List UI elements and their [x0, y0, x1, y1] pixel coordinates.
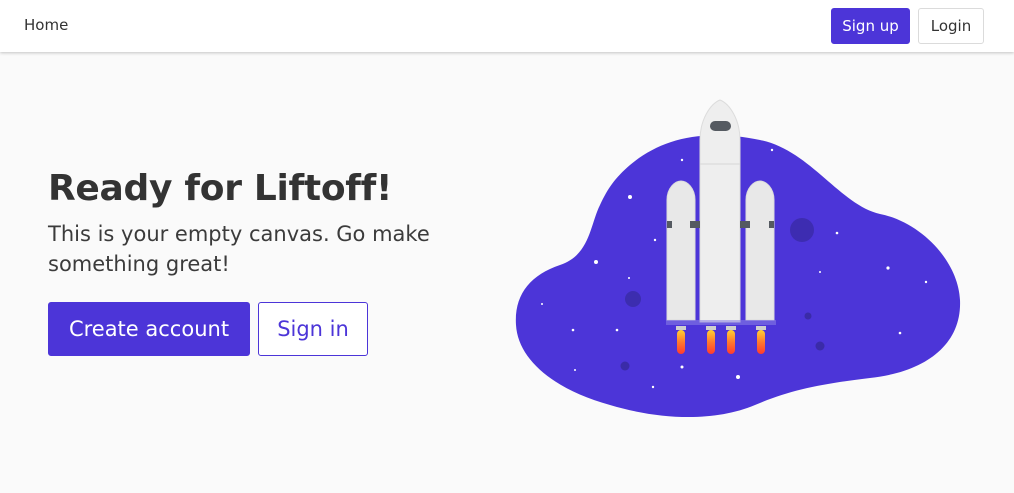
rocket-body [699, 99, 741, 323]
planet-circle [815, 341, 825, 351]
create-account-button[interactable]: Create account [48, 302, 250, 356]
planet-circle [620, 361, 630, 371]
planet-circle [790, 218, 814, 242]
flame [707, 330, 715, 354]
login-button[interactable]: Login [918, 8, 984, 44]
flame [727, 330, 735, 354]
sign-in-button[interactable]: Sign in [258, 302, 368, 356]
nav-home-link[interactable]: Home [24, 16, 68, 34]
top-navbar: Home Sign up Login [0, 0, 1014, 52]
planet-circle [804, 312, 812, 320]
rocket-window [710, 121, 731, 131]
right-booster [745, 180, 775, 321]
hero-subtitle: This is your empty canvas. Go make somet… [48, 222, 430, 276]
signup-button[interactable]: Sign up [831, 8, 910, 44]
hero-title: Ready for Liftoff! [48, 168, 393, 209]
flame [757, 330, 765, 354]
left-booster [666, 180, 696, 321]
planet-circle [625, 291, 641, 307]
flame [677, 330, 685, 354]
rocket-launch-illustration [515, 99, 961, 418]
rocket [666, 99, 776, 354]
